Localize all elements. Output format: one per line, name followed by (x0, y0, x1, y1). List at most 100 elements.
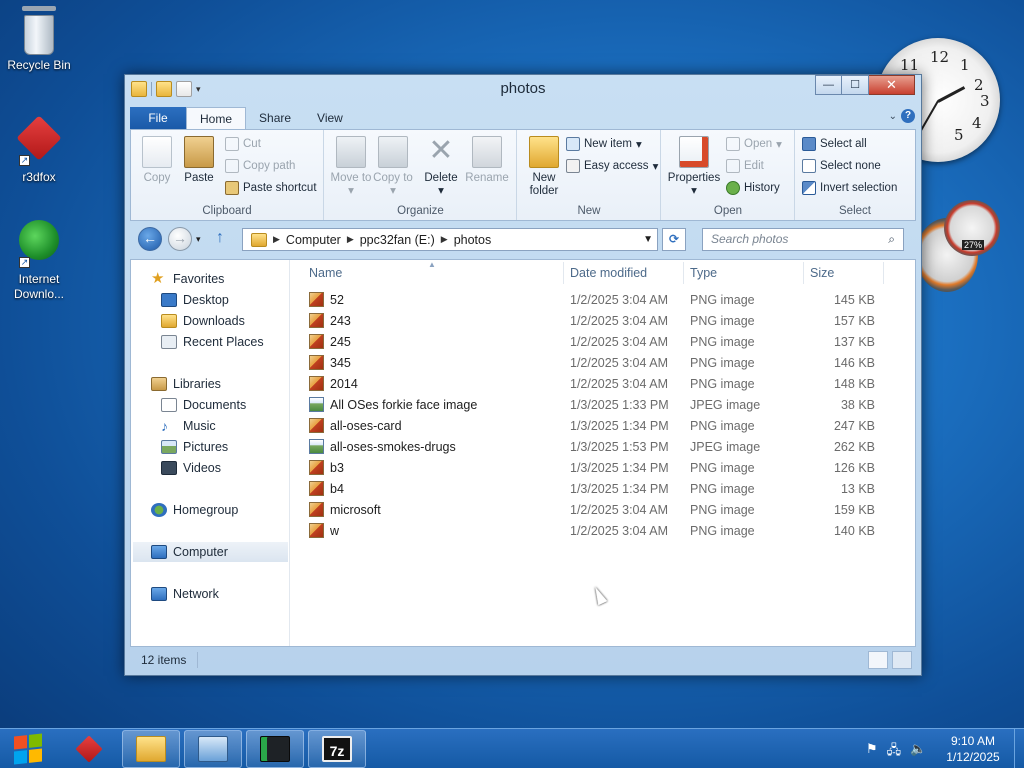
new-item-icon (566, 137, 580, 151)
nav-item-music[interactable]: ♪ Music (161, 416, 216, 436)
taskbar-file-explorer-button[interactable] (122, 730, 180, 768)
file-name: w (330, 523, 340, 538)
paste-shortcut-button[interactable]: Paste shortcut (225, 178, 317, 198)
column-divider[interactable] (803, 262, 804, 284)
network-icon[interactable]: 🖧 (887, 741, 902, 763)
nav-item-desktop[interactable]: Desktop (161, 290, 229, 310)
file-row[interactable]: w 1/2/2025 3:04 AM PNG image 140 KB (291, 521, 915, 542)
nav-item-videos[interactable]: Videos (161, 458, 221, 478)
column-header-size[interactable]: Size (810, 266, 834, 282)
nav-item-documents[interactable]: Documents (161, 395, 246, 415)
desktop-icon-r3dfox[interactable]: ↗ r3dfox (1, 114, 77, 185)
breadcrumb-separator-icon[interactable]: ▶ (273, 234, 280, 245)
column-divider[interactable] (563, 262, 564, 284)
file-row[interactable]: microsoft 1/2/2025 3:04 AM PNG image 159 KB (291, 500, 915, 521)
new-folder-button[interactable]: New folder (522, 136, 566, 198)
column-header-name[interactable]: Name (309, 266, 342, 282)
tab-view[interactable]: View (304, 107, 356, 129)
tab-file[interactable]: File (130, 107, 186, 129)
up-arrow-icon[interactable]: ↑ (216, 229, 224, 247)
refresh-button[interactable]: ⟳ (662, 228, 686, 251)
paste-button[interactable]: Paste (177, 136, 221, 185)
file-row[interactable]: 52 1/2/2025 3:04 AM PNG image 145 KB (291, 290, 915, 311)
minimize-button[interactable]: — (815, 75, 842, 95)
file-row[interactable]: 245 1/2/2025 3:04 AM PNG image 137 KB (291, 332, 915, 353)
delete-button[interactable]: ✕ Delete ▾ (419, 136, 463, 198)
address-dropdown-arrow-icon[interactable]: ▼ (643, 234, 653, 245)
file-row[interactable]: b3 1/3/2025 1:34 PM PNG image 126 KB (291, 458, 915, 479)
file-row[interactable]: all-oses-smokes-drugs 1/3/2025 1:53 PM JPE… (291, 437, 915, 458)
file-row[interactable]: 2014 1/2/2025 3:04 AM PNG image 148 KB (291, 374, 915, 395)
breadcrumb-separator-icon[interactable]: ▶ (441, 234, 448, 245)
breadcrumb-separator-icon[interactable]: ▶ (347, 234, 354, 245)
file-name-cell: 245 (309, 334, 351, 349)
help-icon[interactable]: ? (901, 109, 915, 123)
new-item-label: New item (584, 138, 632, 150)
volume-icon[interactable]: 🔈 (910, 741, 926, 763)
documents-icon (161, 398, 177, 412)
new-item-button[interactable]: New item ▾ (566, 134, 642, 154)
file-row[interactable]: All OSes forkie face image 1/3/2025 1:33 … (291, 395, 915, 416)
select-none-button[interactable]: Select none (802, 156, 881, 176)
nav-item-network[interactable]: Network (151, 584, 219, 604)
file-row[interactable]: 243 1/2/2025 3:04 AM PNG image 157 KB (291, 311, 915, 332)
column-divider[interactable] (683, 262, 684, 284)
column-divider[interactable] (883, 262, 884, 284)
taskbar-r3dfox-button[interactable] (60, 730, 118, 768)
nav-label: Desktop (183, 293, 229, 307)
search-icon[interactable]: ⌕ (888, 229, 895, 250)
rename-button[interactable]: Rename (465, 136, 509, 185)
breadcrumb-computer[interactable]: Computer (286, 233, 341, 247)
file-row[interactable]: 345 1/2/2025 3:04 AM PNG image 146 KB (291, 353, 915, 374)
desktop-icon-internet-download-manager[interactable]: ↗ Internet Downlo... (1, 216, 77, 302)
edit-button[interactable]: Edit (726, 156, 764, 176)
taskbar-7zip-button[interactable]: 7z (308, 730, 366, 768)
invert-selection-button[interactable]: Invert selection (802, 178, 897, 198)
tab-share[interactable]: Share (246, 107, 304, 129)
nav-item-libraries[interactable]: Libraries (151, 374, 221, 394)
open-button[interactable]: Open ▾ (726, 134, 782, 154)
copy-to-button[interactable]: Copy to ▾ (371, 136, 415, 198)
file-row[interactable]: b4 1/3/2025 1:34 PM PNG image 13 KB (291, 479, 915, 500)
nav-item-favorites[interactable]: ★ Favorites (151, 269, 224, 289)
column-header-date-modified[interactable]: Date modified (570, 266, 647, 282)
taskbar-clock[interactable]: 9:10 AM 1/12/2025 (938, 733, 1008, 765)
history-button[interactable]: History (726, 178, 780, 198)
taskbar-terminal-button[interactable] (246, 730, 304, 768)
cut-button[interactable]: Cut (225, 134, 261, 154)
cpu-meter-gadget[interactable]: 27% (916, 200, 1000, 292)
select-all-button[interactable]: Select all (802, 134, 867, 154)
nav-item-downloads[interactable]: Downloads (161, 311, 245, 331)
expand-ribbon-chevron-icon[interactable]: ⌄ (889, 111, 897, 122)
taskbar-remote-desktop-button[interactable] (184, 730, 242, 768)
close-button[interactable]: ✕ (869, 75, 915, 95)
recent-locations-arrow-icon[interactable]: ▾ (196, 234, 201, 245)
forward-button[interactable]: → (168, 227, 192, 251)
column-header-type[interactable]: Type (690, 266, 717, 282)
search-input[interactable]: Search photos ⌕ (702, 228, 904, 251)
file-row[interactable]: all-oses-card 1/3/2025 1:34 PM PNG image 24… (291, 416, 915, 437)
breadcrumb-photos[interactable]: photos (454, 233, 492, 247)
address-bar[interactable]: ▶ Computer ▶ ppc32fan (E:) ▶ photos ▼ (242, 228, 658, 251)
move-to-button[interactable]: Move to ▾ (329, 136, 373, 198)
maximize-button[interactable]: ☐ (842, 75, 869, 95)
copy-path-button[interactable]: Copy path (225, 156, 295, 176)
nav-item-pictures[interactable]: Pictures (161, 437, 228, 457)
desktop-icon-recycle-bin[interactable]: Recycle Bin (1, 6, 77, 73)
details-view-button[interactable] (868, 651, 888, 669)
action-center-flag-icon[interactable]: ⚑ (866, 741, 878, 763)
tab-home[interactable]: Home (186, 107, 247, 129)
copy-button[interactable]: Copy (135, 136, 179, 185)
start-button[interactable] (0, 729, 56, 768)
easy-access-button[interactable]: Easy access ▾ (566, 156, 658, 176)
title-bar[interactable]: ▾ photos — ☐ ✕ (125, 75, 921, 105)
file-date-modified: 1/2/2025 3:04 AM (570, 524, 668, 538)
nav-item-computer[interactable]: Computer (133, 542, 288, 562)
breadcrumb-drive[interactable]: ppc32fan (E:) (360, 233, 435, 247)
nav-item-recent-places[interactable]: Recent Places (161, 332, 264, 352)
show-desktop-button[interactable] (1014, 729, 1024, 768)
nav-item-homegroup[interactable]: Homegroup (151, 500, 238, 520)
back-button[interactable]: ← (138, 227, 162, 251)
properties-button[interactable]: Properties ▾ (666, 136, 722, 198)
large-icons-view-button[interactable] (892, 651, 912, 669)
